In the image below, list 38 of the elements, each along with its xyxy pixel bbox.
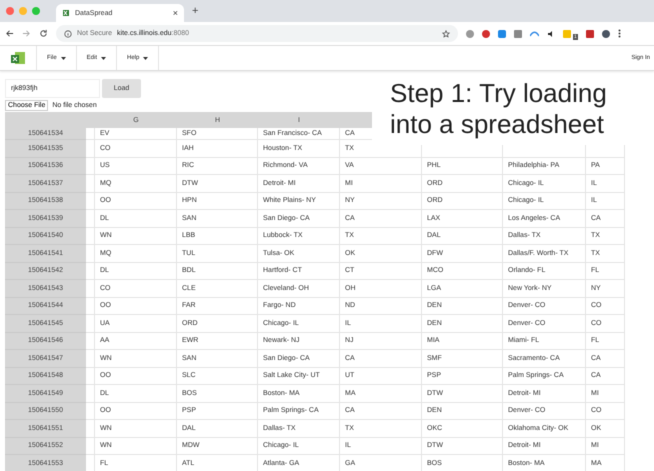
empty-cell	[86, 280, 95, 298]
caret-icon	[101, 56, 106, 60]
new-tab-button[interactable]: +	[192, 5, 198, 17]
empty-cell	[86, 368, 95, 385]
caret-icon	[143, 56, 148, 60]
close-window-button[interactable]	[6, 7, 14, 15]
empty-cell	[86, 140, 95, 158]
empty-cell	[86, 298, 95, 315]
empty-cell	[86, 175, 95, 192]
extension-icon[interactable]	[514, 30, 522, 38]
empty-cell	[86, 192, 95, 210]
caret-icon	[60, 56, 66, 60]
speaker-icon[interactable]	[547, 30, 555, 38]
empty-cell	[86, 420, 95, 438]
star-icon[interactable]	[442, 30, 450, 38]
spreadsheet-logo-icon	[10, 51, 26, 65]
info-icon	[64, 30, 72, 38]
empty-cell	[86, 438, 95, 455]
empty-cell	[86, 385, 95, 402]
empty-cell	[86, 332, 95, 350]
calendar-icon[interactable]	[586, 30, 594, 38]
reload-icon[interactable]	[39, 29, 48, 38]
stop-sign-icon[interactable]	[482, 30, 490, 38]
forward-icon[interactable]	[22, 29, 31, 38]
more-icon[interactable]	[618, 29, 621, 38]
spreadsheet-icon	[62, 9, 70, 17]
empty-cell	[86, 228, 95, 245]
empty-cell	[86, 158, 95, 175]
avatar-icon[interactable]	[602, 30, 610, 38]
close-tab-button[interactable]: ×	[172, 8, 178, 18]
empty-cell	[86, 402, 95, 420]
empty-cell	[86, 262, 95, 280]
empty-cell	[86, 245, 95, 262]
empty-cell	[86, 315, 95, 332]
back-icon[interactable]	[5, 29, 14, 38]
empty-cell	[86, 350, 95, 368]
empty-cell	[86, 210, 95, 228]
wave-icon[interactable]	[530, 30, 539, 36]
